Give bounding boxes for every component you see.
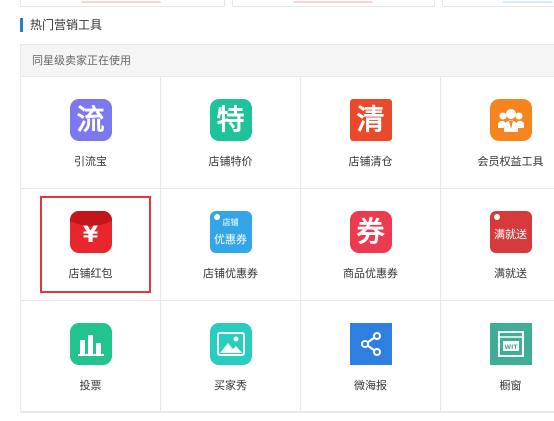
marketing-tools-panel: 同星级卖家正在使用 流 引流宝 特 店铺特价 清 店铺清仓 会员权益工具 ¥ 店… <box>20 44 554 413</box>
svg-text:WIT: WIT <box>504 344 518 351</box>
tool-label: 店铺红包 <box>68 267 113 280</box>
tool-label: 店铺特价 <box>208 155 253 168</box>
tools-grid: 流 引流宝 特 店铺特价 清 店铺清仓 会员权益工具 ¥ 店铺红包 店铺 优惠券… <box>21 77 554 413</box>
tools-row: 流 引流宝 特 店铺特价 清 店铺清仓 会员权益工具 <box>21 77 554 189</box>
tools-row: 投票 买家秀 微海报 WIT 橱窗 <box>21 301 554 413</box>
tools-row: ¥ 店铺红包 店铺 优惠券 店铺优惠券 券 商品优惠券 满就送 满就送 <box>21 189 554 301</box>
tool-label: 引流宝 <box>74 155 107 168</box>
top-card-accent <box>503 1 553 3</box>
tool-label: 满就送 <box>494 267 527 280</box>
quan-character-icon: 券 <box>349 211 392 253</box>
showcase-window-icon: WIT <box>489 323 532 365</box>
tool-yinliubao[interactable]: 流 引流宝 <box>21 77 161 188</box>
tool-buyer-show[interactable]: 买家秀 <box>161 301 301 412</box>
panel-subheader: 同星级卖家正在使用 <box>21 45 554 77</box>
tool-showcase[interactable]: WIT 橱窗 <box>441 301 554 412</box>
tool-shop-red-envelope[interactable]: ¥ 店铺红包 <box>21 189 161 300</box>
section-accent-bar <box>20 18 23 32</box>
tool-label: 店铺优惠券 <box>203 267 258 280</box>
tool-shop-special-price[interactable]: 特 店铺特价 <box>161 77 301 188</box>
coupon-tag-icon: 店铺 优惠券 <box>209 211 252 253</box>
top-card-accent <box>81 1 161 3</box>
top-card-2[interactable] <box>232 0 435 7</box>
qing-character-icon: 清 <box>349 99 392 141</box>
liu-character-icon: 流 <box>69 99 112 141</box>
tool-label: 买家秀 <box>214 379 247 392</box>
tool-member-rights[interactable]: 会员权益工具 <box>441 77 554 188</box>
te-character-icon: 特 <box>209 99 252 141</box>
top-card-3[interactable] <box>442 0 554 7</box>
tool-label: 会员权益工具 <box>477 155 544 168</box>
tool-label: 投票 <box>79 379 102 392</box>
bar-chart-icon <box>69 323 112 365</box>
section-title-text: 热门营销工具 <box>30 18 103 32</box>
tool-vote[interactable]: 投票 <box>21 301 161 412</box>
full-gift-tag-icon: 满就送 <box>489 211 532 253</box>
tool-label: 微海报 <box>354 379 387 392</box>
tool-shop-coupon[interactable]: 店铺 优惠券 店铺优惠券 <box>161 189 301 300</box>
top-card-accent <box>293 1 373 3</box>
red-envelope-yen-icon: ¥ <box>69 211 112 253</box>
tool-label: 橱窗 <box>499 379 522 392</box>
tool-shop-clearance[interactable]: 清 店铺清仓 <box>301 77 441 188</box>
members-icon <box>489 99 532 141</box>
tool-product-coupon[interactable]: 券 商品优惠券 <box>301 189 441 300</box>
section-title: 热门营销工具 <box>20 17 102 33</box>
tool-full-gift[interactable]: 满就送 满就送 <box>441 189 554 300</box>
picture-icon <box>209 323 252 365</box>
top-card-1[interactable] <box>20 0 225 7</box>
tool-label: 店铺清仓 <box>348 155 393 168</box>
share-nodes-icon <box>349 323 392 365</box>
tool-label: 商品优惠券 <box>343 267 398 280</box>
tool-micro-poster[interactable]: 微海报 <box>301 301 441 412</box>
